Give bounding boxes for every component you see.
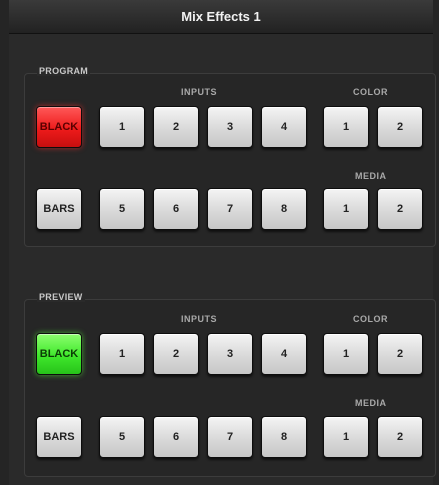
- program-color-2-button[interactable]: 2: [377, 106, 423, 148]
- program-color-1-button[interactable]: 1: [323, 106, 369, 148]
- preview-input-2-button[interactable]: 2: [153, 333, 199, 375]
- program-inputs-label: INPUTS: [181, 87, 218, 97]
- program-input-2-button[interactable]: 2: [153, 106, 199, 148]
- preview-bars-button[interactable]: BARS: [36, 416, 82, 458]
- preview-inputs-label: INPUTS: [181, 314, 218, 324]
- program-input-4-button[interactable]: 4: [261, 106, 307, 148]
- preview-color-1-button[interactable]: 1: [323, 333, 369, 375]
- preview-black-button[interactable]: BLACK: [36, 333, 82, 375]
- window-title: Mix Effects 1: [9, 0, 433, 34]
- program-bars-button[interactable]: BARS: [36, 188, 82, 230]
- program-input-6-button[interactable]: 6: [153, 188, 199, 230]
- preview-input-3-button[interactable]: 3: [207, 333, 253, 375]
- preview-input-5-button[interactable]: 5: [99, 416, 145, 458]
- preview-media-1-button[interactable]: 1: [323, 416, 369, 458]
- program-input-1-button[interactable]: 1: [99, 106, 145, 148]
- program-input-3-button[interactable]: 3: [207, 106, 253, 148]
- preview-input-6-button[interactable]: 6: [153, 416, 199, 458]
- preview-label: PREVIEW: [37, 292, 85, 302]
- preview-input-7-button[interactable]: 7: [207, 416, 253, 458]
- program-media-2-button[interactable]: 2: [377, 188, 423, 230]
- preview-input-4-button[interactable]: 4: [261, 333, 307, 375]
- preview-media-2-button[interactable]: 2: [377, 416, 423, 458]
- preview-input-8-button[interactable]: 8: [261, 416, 307, 458]
- program-input-7-button[interactable]: 7: [207, 188, 253, 230]
- program-label: PROGRAM: [37, 66, 91, 76]
- preview-media-label: MEDIA: [355, 398, 387, 408]
- preview-color-label: COLOR: [353, 314, 388, 324]
- program-black-button[interactable]: BLACK: [36, 106, 82, 148]
- program-media-label: MEDIA: [355, 171, 387, 181]
- program-input-8-button[interactable]: 8: [261, 188, 307, 230]
- preview-input-1-button[interactable]: 1: [99, 333, 145, 375]
- program-color-label: COLOR: [353, 87, 388, 97]
- program-media-1-button[interactable]: 1: [323, 188, 369, 230]
- preview-color-2-button[interactable]: 2: [377, 333, 423, 375]
- program-input-5-button[interactable]: 5: [99, 188, 145, 230]
